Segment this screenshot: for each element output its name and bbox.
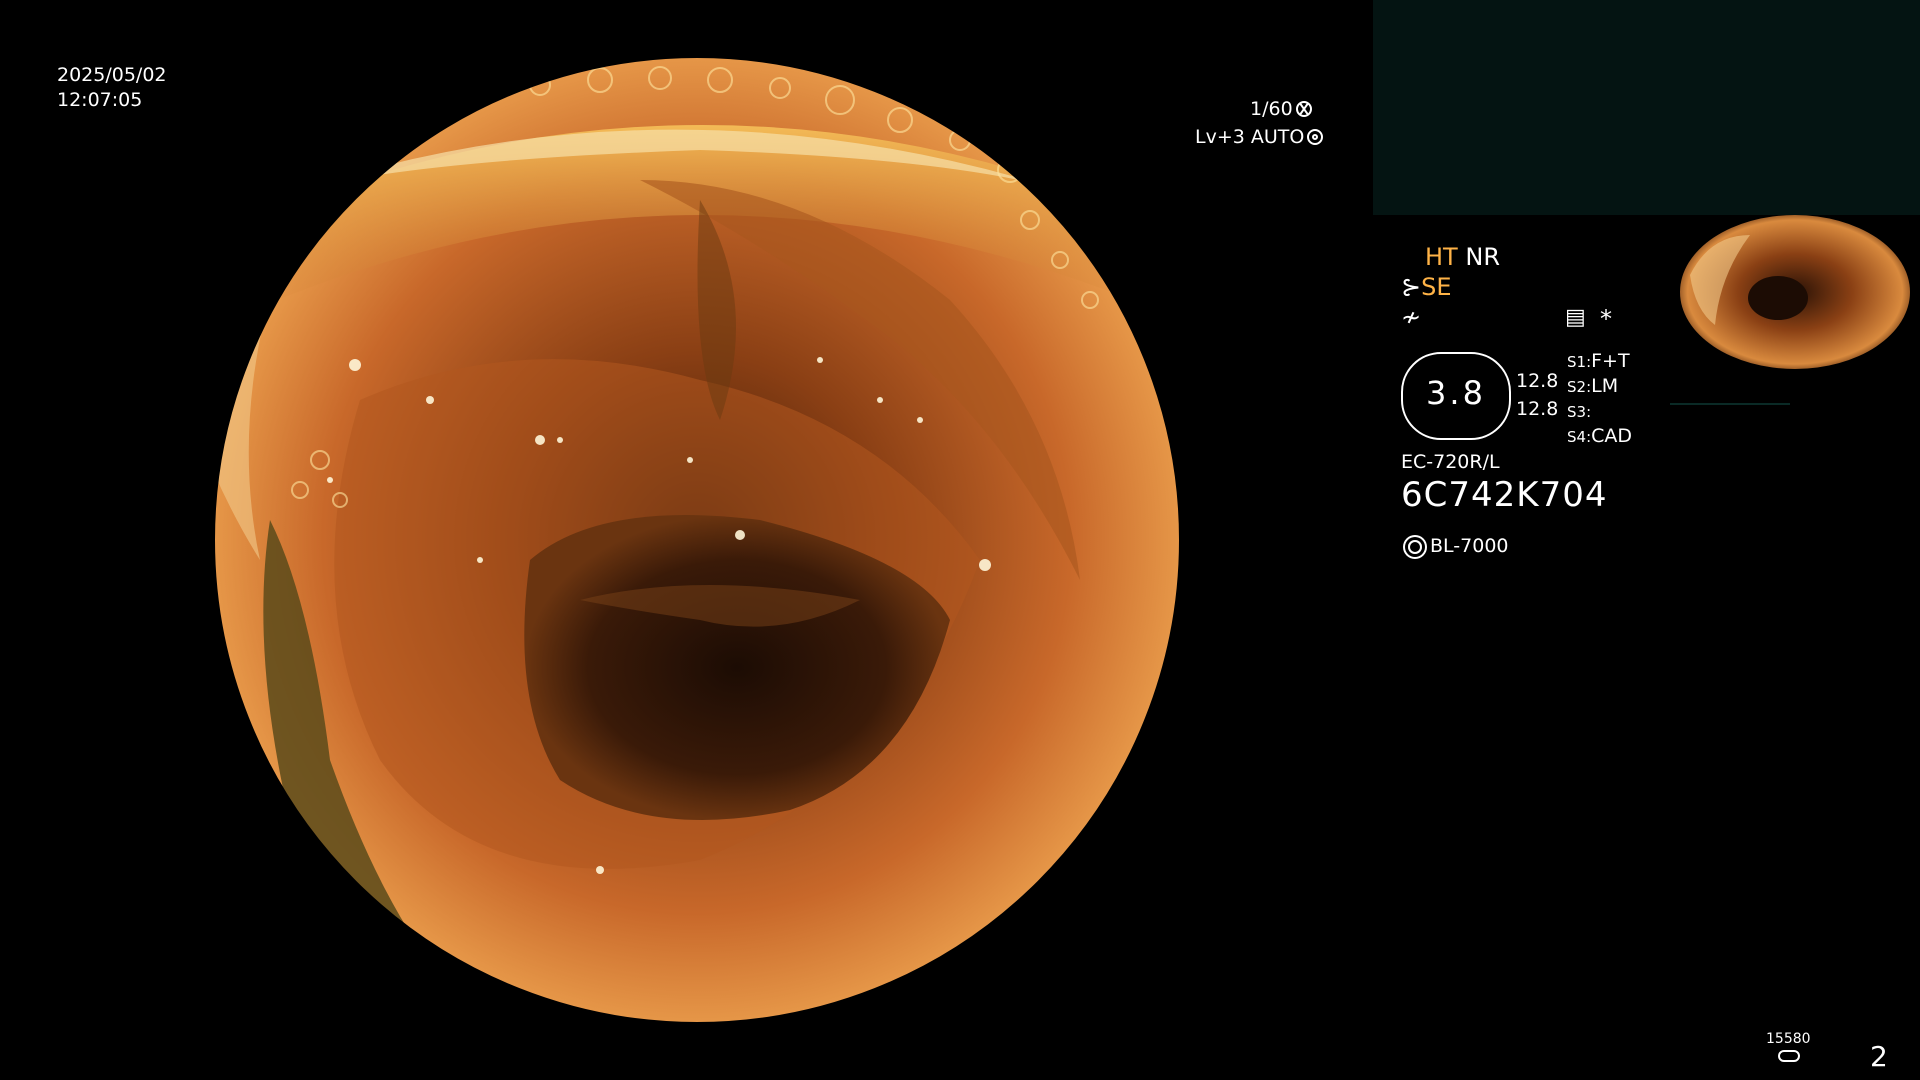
metric-b: 12.8 <box>1516 398 1559 420</box>
shutter-readout: 1/60 <box>1250 98 1312 120</box>
frame-counter: 15580 <box>1766 1031 1811 1047</box>
switch-s3: S3: <box>1567 400 1591 422</box>
level-readout: Lv+3 AUTO <box>1195 126 1324 148</box>
light-icon <box>1408 540 1422 554</box>
aperture-icon <box>1295 101 1312 117</box>
s1-label: S1: <box>1567 353 1592 371</box>
s2-label: S2: <box>1567 378 1592 396</box>
thumbnail-image <box>1670 215 1920 405</box>
iris-icon <box>1307 129 1324 145</box>
light-source-text: BL-7000 <box>1430 535 1509 557</box>
s1-value: F+T <box>1591 350 1630 372</box>
freeze-icon: ≁ <box>1401 303 1422 331</box>
mode-row-1: HT NR <box>1425 243 1500 271</box>
s4-label: S4: <box>1567 428 1592 446</box>
mode-row-2: ⊱SE <box>1401 273 1452 301</box>
magnification-gauge: 3.8 <box>1401 352 1511 440</box>
date-time: 2025/05/02 12:07:05 <box>57 63 167 113</box>
shutter-text: 1/60 <box>1250 98 1293 120</box>
gauge-value: 3.8 <box>1426 374 1486 412</box>
scope-model: EC-720R/L <box>1401 451 1500 473</box>
light-source: BL-7000 <box>1408 535 1509 557</box>
switch-s4: S4:CAD <box>1567 425 1632 447</box>
s3-label: S3: <box>1567 403 1592 421</box>
mode-se: SE <box>1421 273 1452 301</box>
date-text: 2025/05/02 <box>57 64 167 86</box>
switch-s1: S1:F+T <box>1567 350 1630 372</box>
scope-icon: ⊱ <box>1401 273 1422 301</box>
disk-icon <box>1778 1050 1800 1062</box>
switch-s2: S2:LM <box>1567 375 1618 397</box>
menu-icon: ▤ <box>1565 305 1586 330</box>
scope-serial: 6C742K704 <box>1401 475 1608 515</box>
level-mode-text: Lv+3 AUTO <box>1195 126 1305 148</box>
metric-a: 12.8 <box>1516 370 1559 392</box>
asterisk-mark: * <box>1600 305 1612 333</box>
mode-ht: HT <box>1425 243 1458 271</box>
s2-value: LM <box>1591 375 1619 397</box>
info-panel-top <box>1373 0 1920 215</box>
time-text: 12:07:05 <box>57 89 143 111</box>
s4-value: CAD <box>1591 425 1633 447</box>
page-number: 2 <box>1870 1040 1888 1073</box>
mode-nr: NR <box>1465 243 1500 271</box>
